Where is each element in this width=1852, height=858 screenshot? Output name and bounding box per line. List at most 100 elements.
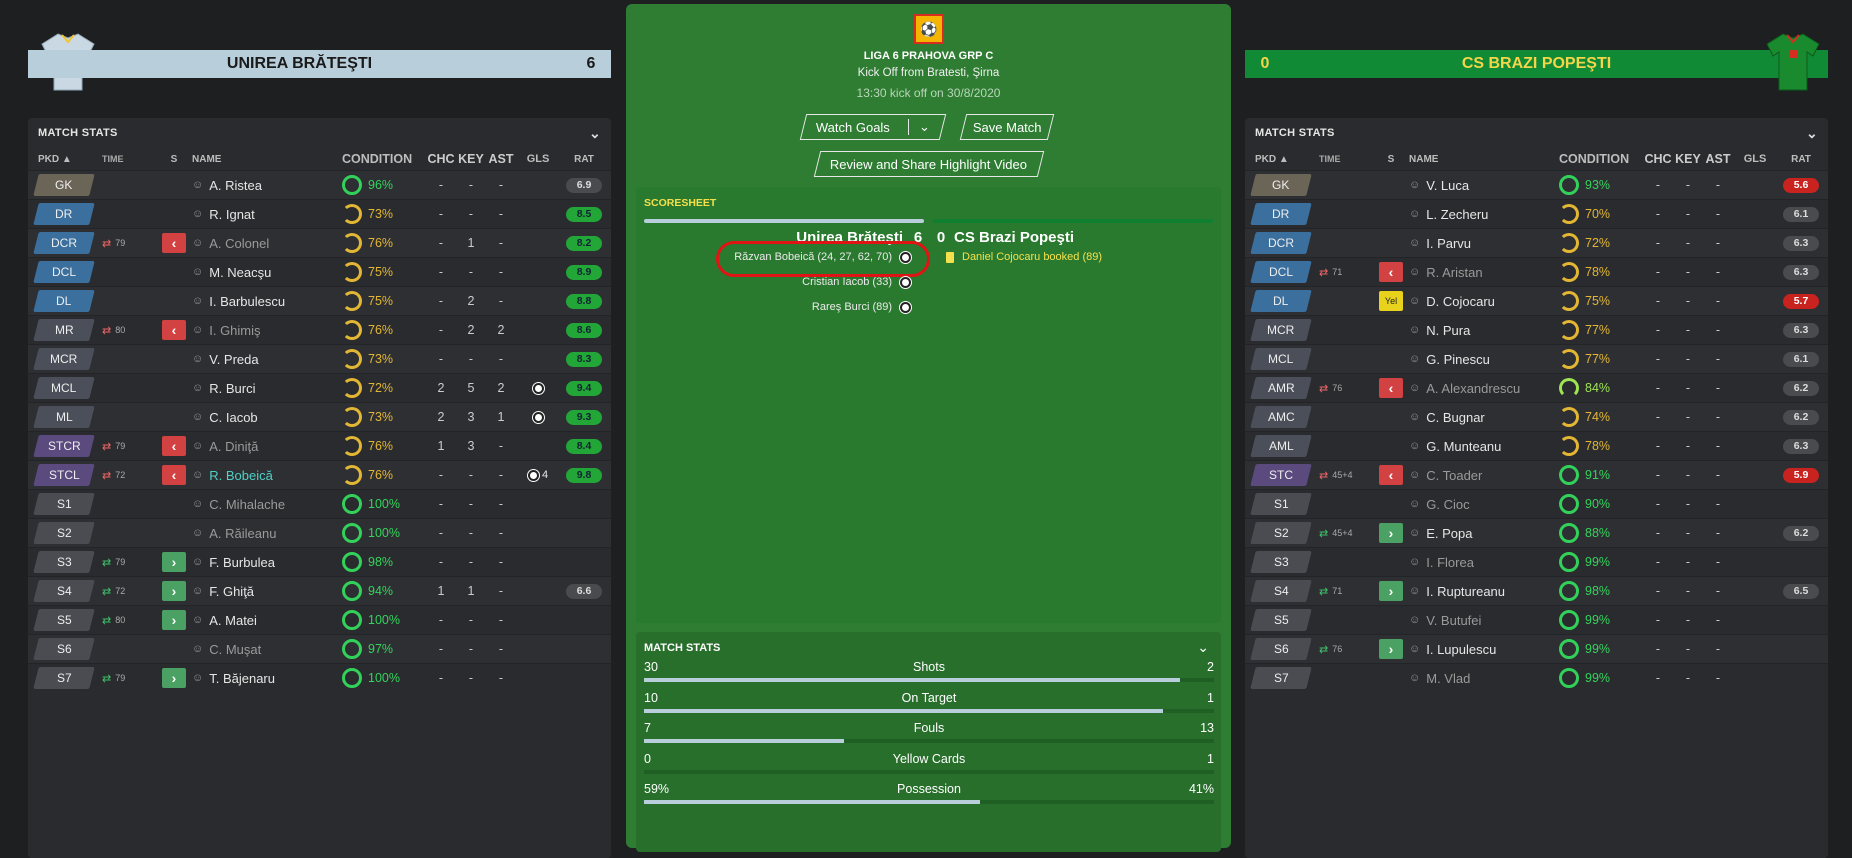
player-name[interactable]: C. Toader	[1426, 468, 1482, 483]
player-name-cell[interactable]: ☺ A. Diniţă	[192, 439, 342, 454]
player-name-cell[interactable]: ☺ C. Toader	[1409, 468, 1559, 483]
player-name[interactable]: R. Ignat	[209, 207, 255, 222]
player-name-cell[interactable]: ☺ I. Lupulescu	[1409, 642, 1559, 657]
player-name[interactable]: I. Florea	[1426, 555, 1474, 570]
player-name[interactable]: A. Răileanu	[209, 526, 276, 541]
column-header-rat[interactable]: RAT	[1777, 154, 1825, 165]
watch-goals-button[interactable]: Watch Goals ⌄	[799, 114, 947, 140]
player-name[interactable]: G. Munteanu	[1426, 439, 1501, 454]
player-name-cell[interactable]: ☺ V. Luca	[1409, 178, 1559, 193]
player-name[interactable]: T. Băjenaru	[209, 671, 275, 686]
column-header-chc[interactable]: CHC	[426, 152, 456, 166]
player-name[interactable]: R. Bobeică	[209, 468, 273, 483]
player-name[interactable]: R. Burci	[209, 381, 255, 396]
player-name-cell[interactable]: ☺ V. Butufei	[1409, 613, 1559, 628]
subbed-off-icon[interactable]: ‹	[162, 233, 186, 253]
player-row[interactable]: STC ⇄ 45+4 ‹ ☺ C. Toader 91% - - - 5.9	[1245, 460, 1828, 489]
column-header-condition[interactable]: CONDITION	[342, 152, 426, 166]
player-name[interactable]: C. Mihalache	[209, 497, 285, 512]
player-row[interactable]: DR ☺ R. Ignat 73% - - - 8.5	[28, 199, 611, 228]
subbed-on-icon[interactable]: ›	[162, 610, 186, 630]
player-name-cell[interactable]: ☺ C. Bugnar	[1409, 410, 1559, 425]
player-row[interactable]: S5 ☺ V. Butufei 99% - - -	[1245, 605, 1828, 634]
column-header-s[interactable]: S	[1373, 154, 1409, 165]
column-header-pkd[interactable]: PKD ▲	[28, 154, 98, 165]
away-stats-header[interactable]: MATCH STATS ⌄	[1245, 118, 1828, 148]
player-name-cell[interactable]: ☺ G. Munteanu	[1409, 439, 1559, 454]
player-name-cell[interactable]: ☺ I. Barbulescu	[192, 294, 342, 309]
player-name[interactable]: A. Ristea	[209, 178, 262, 193]
player-name[interactable]: C. Bugnar	[1426, 410, 1485, 425]
player-name-cell[interactable]: ☺ I. Parvu	[1409, 236, 1559, 251]
player-row[interactable]: DCL ⇄ 71 ‹ ☺ R. Aristan 78% - - - 6.3	[1245, 257, 1828, 286]
player-name-cell[interactable]: ☺ G. Cioc	[1409, 497, 1559, 512]
save-match-button[interactable]: Save Match	[959, 114, 1055, 140]
column-header-gls[interactable]: GLS	[1733, 153, 1777, 165]
player-name-cell[interactable]: ☺ R. Bobeică	[192, 468, 342, 483]
player-name-cell[interactable]: ☺ C. Iacob	[192, 410, 342, 425]
player-row[interactable]: MCR ☺ V. Preda 73% - - - 8.3	[28, 344, 611, 373]
subbed-on-icon[interactable]: ›	[162, 668, 186, 688]
player-name[interactable]: I. Ruptureanu	[1426, 584, 1505, 599]
home-stats-header[interactable]: MATCH STATS ⌄	[28, 118, 611, 148]
column-header-time[interactable]: TIME	[1315, 154, 1373, 164]
player-name-cell[interactable]: ☺ I. Florea	[1409, 555, 1559, 570]
player-name-cell[interactable]: ☺ R. Burci	[192, 381, 342, 396]
subbed-off-icon[interactable]: ‹	[1379, 378, 1403, 398]
column-header-chc[interactable]: CHC	[1643, 152, 1673, 166]
subbed-off-icon[interactable]: ‹	[1379, 465, 1403, 485]
player-name-cell[interactable]: ☺ I. Ghimiş	[192, 323, 342, 338]
player-name[interactable]: I. Ghimiş	[209, 323, 260, 338]
player-name-cell[interactable]: ☺ A. Ristea	[192, 178, 342, 193]
column-header-gls[interactable]: GLS	[516, 153, 560, 165]
player-row[interactable]: S6 ⇄ 76 › ☺ I. Lupulescu 99% - - -	[1245, 634, 1828, 663]
player-name-cell[interactable]: ☺ R. Ignat	[192, 207, 342, 222]
player-name-cell[interactable]: ☺ D. Cojocaru	[1409, 294, 1559, 309]
player-row[interactable]: S6 ☺ C. Muşat 97% - - -	[28, 634, 611, 663]
player-row[interactable]: S1 ☺ G. Cioc 90% - - -	[1245, 489, 1828, 518]
subbed-on-icon[interactable]: ›	[162, 552, 186, 572]
subbed-off-icon[interactable]: ‹	[162, 465, 186, 485]
player-row[interactable]: S7 ⇄ 79 › ☺ T. Băjenaru 100% - - -	[28, 663, 611, 692]
player-row[interactable]: ML ☺ C. Iacob 73% 2 3 1 9.3	[28, 402, 611, 431]
player-name-cell[interactable]: ☺ M. Vlad	[1409, 671, 1559, 686]
player-name-cell[interactable]: ☺ I. Ruptureanu	[1409, 584, 1559, 599]
player-name[interactable]: I. Lupulescu	[1426, 642, 1496, 657]
player-name-cell[interactable]: ☺ M. Neacşu	[192, 265, 342, 280]
player-name[interactable]: E. Popa	[1426, 526, 1472, 541]
column-header-name[interactable]: NAME	[1409, 154, 1559, 165]
player-row[interactable]: DCR ☺ I. Parvu 72% - - - 6.3	[1245, 228, 1828, 257]
player-name[interactable]: N. Pura	[1426, 323, 1470, 338]
player-row[interactable]: STCR ⇄ 79 ‹ ☺ A. Diniţă 76% 1 3 - 8.4	[28, 431, 611, 460]
column-header-ast[interactable]: AST	[486, 152, 516, 166]
player-name[interactable]: I. Barbulescu	[209, 294, 285, 309]
column-header-pkd[interactable]: PKD ▲	[1245, 154, 1315, 165]
player-name[interactable]: C. Muşat	[209, 642, 261, 657]
player-name[interactable]: F. Burbulea	[209, 555, 275, 570]
player-row[interactable]: S5 ⇄ 80 › ☺ A. Matei 100% - - -	[28, 605, 611, 634]
subbed-on-icon[interactable]: ›	[1379, 581, 1403, 601]
player-row[interactable]: S4 ⇄ 72 › ☺ F. Ghiţă 94% 1 1 - 6.6	[28, 576, 611, 605]
player-name[interactable]: V. Luca	[1426, 178, 1469, 193]
column-header-time[interactable]: TIME	[98, 154, 156, 164]
player-name[interactable]: A. Diniţă	[209, 439, 258, 454]
player-name-cell[interactable]: ☺ G. Pinescu	[1409, 352, 1559, 367]
player-name-cell[interactable]: ☺ A. Alexandrescu	[1409, 381, 1559, 396]
player-row[interactable]: DCL ☺ M. Neacşu 75% - - - 8.9	[28, 257, 611, 286]
player-name-cell[interactable]: ☺ T. Băjenaru	[192, 671, 342, 686]
player-row[interactable]: DCR ⇄ 79 ‹ ☺ A. Colonel 76% - 1 - 8.2	[28, 228, 611, 257]
player-row[interactable]: MCR ☺ N. Pura 77% - - - 6.3	[1245, 315, 1828, 344]
player-name[interactable]: G. Cioc	[1426, 497, 1469, 512]
player-row[interactable]: DL Yel ☺ D. Cojocaru 75% - - - 5.7	[1245, 286, 1828, 315]
column-header-name[interactable]: NAME	[192, 154, 342, 165]
column-header-key[interactable]: KEY	[1673, 152, 1703, 166]
player-row[interactable]: MCL ☺ G. Pinescu 77% - - - 6.1	[1245, 344, 1828, 373]
subbed-on-icon[interactable]: ›	[162, 581, 186, 601]
player-name[interactable]: A. Matei	[209, 613, 257, 628]
player-name-cell[interactable]: ☺ C. Mihalache	[192, 497, 342, 512]
player-row[interactable]: S2 ⇄ 45+4 › ☺ E. Popa 88% - - - 6.2	[1245, 518, 1828, 547]
player-row[interactable]: AMR ⇄ 76 ‹ ☺ A. Alexandrescu 84% - - - 6.2	[1245, 373, 1828, 402]
player-name-cell[interactable]: ☺ N. Pura	[1409, 323, 1559, 338]
player-row[interactable]: S1 ☺ C. Mihalache 100% - - -	[28, 489, 611, 518]
chevron-down-icon[interactable]: ⌄	[908, 119, 930, 135]
